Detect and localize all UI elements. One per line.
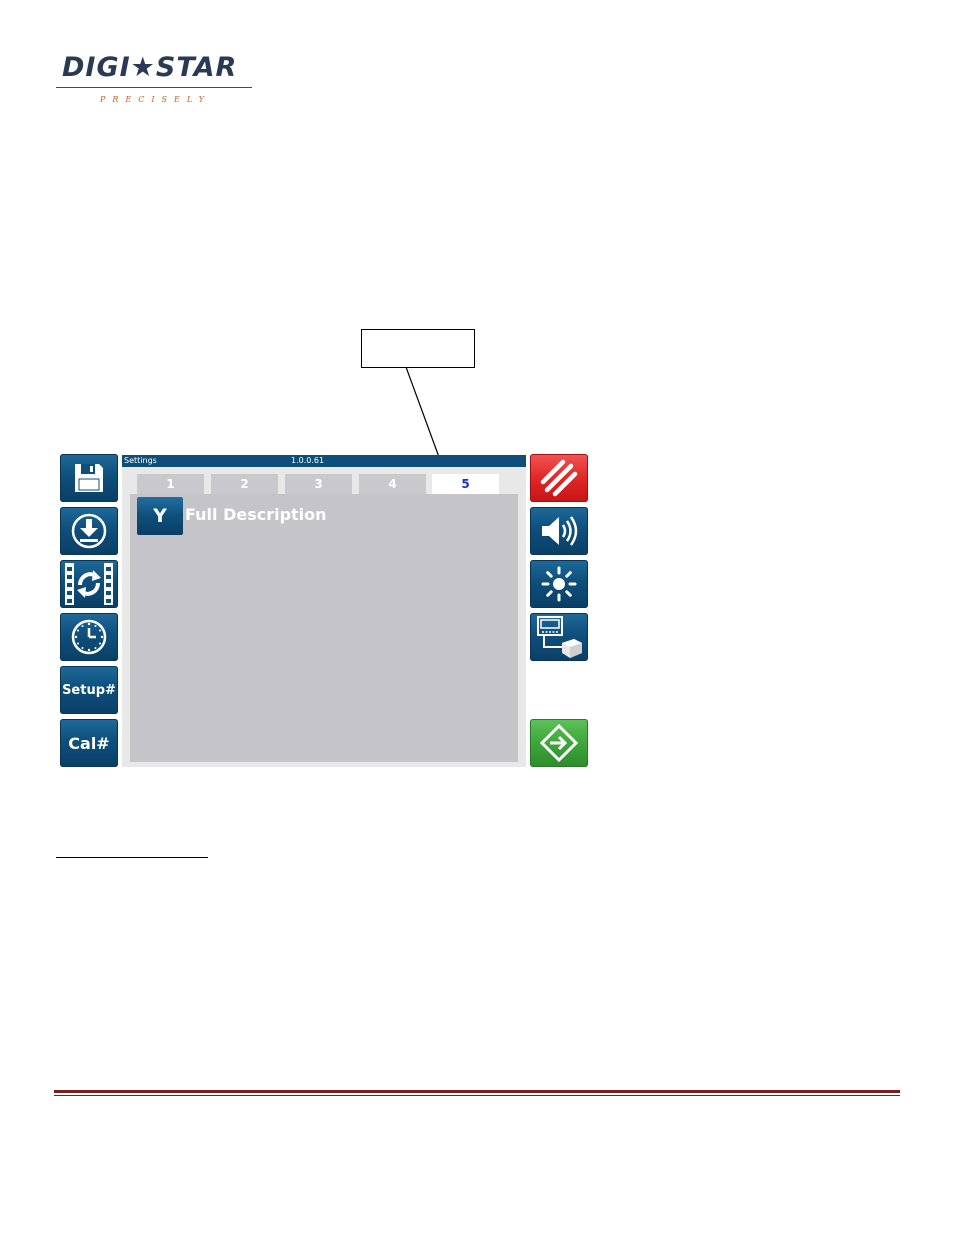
tab-3[interactable]: 3 [285, 474, 352, 494]
section-underline [56, 857, 208, 858]
digistar-logo: DIGI★STAR PRECISELY [56, 50, 252, 106]
diagonal-stripes-icon [540, 459, 578, 497]
settings-titlebar: Settings 1.0.0.61 [122, 455, 526, 467]
logo-brand-text: DIGI★STAR [62, 52, 238, 83]
sun-icon [541, 566, 577, 602]
download-button[interactable] [60, 507, 118, 555]
full-description-label: Full Description [185, 505, 327, 524]
sync-button[interactable] [60, 560, 118, 608]
full-description-toggle[interactable]: Y [137, 497, 183, 535]
version-label: 1.0.0.61 [291, 456, 325, 465]
screen-title: Settings [124, 456, 157, 465]
save-button[interactable] [60, 454, 118, 502]
setup-button[interactable]: Setup# [60, 666, 118, 714]
tab-5[interactable]: 5 [432, 474, 499, 494]
footer-rule-thin [54, 1095, 900, 1096]
clock-button[interactable] [60, 613, 118, 661]
tab-4[interactable]: 4 [359, 474, 426, 494]
download-arrow-icon [71, 513, 107, 549]
tab-content-panel [130, 494, 518, 762]
floppy-disk-icon [75, 464, 103, 492]
exit-button[interactable] [530, 719, 588, 767]
printer-button[interactable] [530, 613, 588, 661]
volume-button[interactable] [530, 507, 588, 555]
clock-icon [71, 619, 107, 655]
logo-divider [56, 87, 252, 88]
tab-1[interactable]: 1 [137, 474, 204, 494]
cal-button-label: Cal# [68, 733, 110, 753]
cancel-button[interactable] [530, 454, 588, 502]
cal-button[interactable]: Cal# [60, 719, 118, 767]
logo-tagline: PRECISELY [100, 95, 211, 104]
enter-arrow-icon [539, 723, 579, 763]
refresh-arrows-icon [65, 563, 113, 605]
terminal-printer-icon [537, 616, 582, 658]
tab-2[interactable]: 2 [211, 474, 278, 494]
footer-rule [54, 1090, 900, 1093]
speaker-icon [542, 516, 578, 546]
setup-button-label: Setup# [62, 682, 116, 698]
callout-box [361, 329, 475, 368]
brightness-button[interactable] [530, 560, 588, 608]
